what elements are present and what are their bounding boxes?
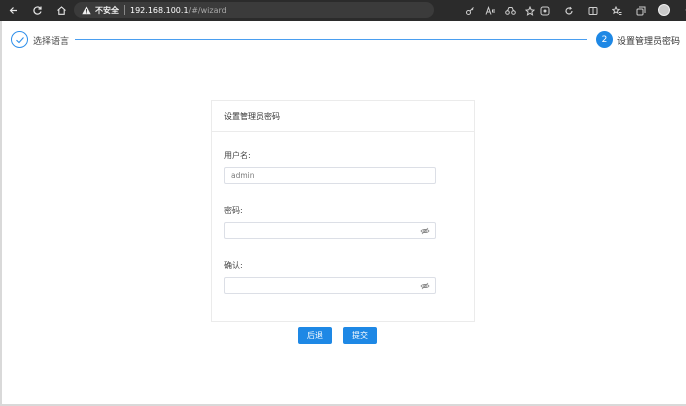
extension-icon[interactable] bbox=[538, 2, 552, 19]
back-arrow-icon[interactable] bbox=[4, 0, 22, 21]
step-1-label: 选择语言 bbox=[33, 37, 70, 47]
address-bar-actions bbox=[462, 2, 542, 19]
address-bar[interactable]: 不安全 192.168.100.1/#/wizard bbox=[74, 2, 434, 18]
collections-icon[interactable] bbox=[634, 2, 648, 19]
password-input[interactable] bbox=[224, 222, 436, 239]
username-input[interactable]: admin bbox=[224, 167, 436, 184]
username-label: 用户名: bbox=[224, 151, 251, 160]
split-screen-icon[interactable] bbox=[586, 2, 600, 19]
toolbar-right: ··· bbox=[538, 2, 686, 19]
back-button[interactable]: 后退 bbox=[298, 327, 332, 344]
home-icon[interactable] bbox=[52, 0, 70, 21]
step-connector bbox=[75, 39, 587, 40]
refresh-extension-icon[interactable] bbox=[562, 2, 576, 19]
more-menu-icon[interactable]: ··· bbox=[682, 2, 686, 19]
eye-off-icon[interactable] bbox=[420, 281, 430, 291]
read-aloud-icon[interactable] bbox=[482, 2, 498, 19]
immersive-reader-icon[interactable] bbox=[502, 2, 518, 19]
submit-button[interactable]: 提交 bbox=[343, 327, 377, 344]
key-icon[interactable] bbox=[462, 2, 478, 19]
step-2-label: 设置管理员密码 bbox=[617, 37, 681, 47]
eye-off-icon[interactable] bbox=[420, 226, 430, 236]
insecure-label: 不安全 bbox=[95, 5, 119, 15]
confirm-password-input[interactable] bbox=[224, 277, 436, 294]
check-icon bbox=[15, 36, 24, 43]
username-value: admin bbox=[231, 171, 255, 180]
favorites-icon[interactable] bbox=[610, 2, 624, 19]
step-2-indicator: 2 bbox=[596, 31, 613, 48]
password-label: 密码: bbox=[224, 206, 243, 215]
browser-toolbar: 不安全 192.168.100.1/#/wizard bbox=[0, 0, 686, 21]
card-title: 设置管理员密码 bbox=[212, 101, 474, 132]
password-card: 设置管理员密码 用户名: admin 密码: 确认: bbox=[211, 100, 475, 322]
url-host: 192.168.100.1 bbox=[130, 5, 189, 15]
page-viewport: 选择语言 2 设置管理员密码 设置管理员密码 用户名: admin 密码: 确认… bbox=[2, 21, 686, 404]
confirm-label: 确认: bbox=[224, 261, 243, 270]
step-1-indicator bbox=[11, 31, 28, 48]
reload-icon[interactable] bbox=[28, 0, 46, 21]
favorite-star-icon[interactable] bbox=[522, 2, 538, 19]
warning-icon bbox=[82, 6, 91, 15]
address-separator bbox=[124, 5, 125, 15]
profile-avatar[interactable] bbox=[658, 4, 670, 16]
url-path: /#/wizard bbox=[188, 5, 227, 15]
